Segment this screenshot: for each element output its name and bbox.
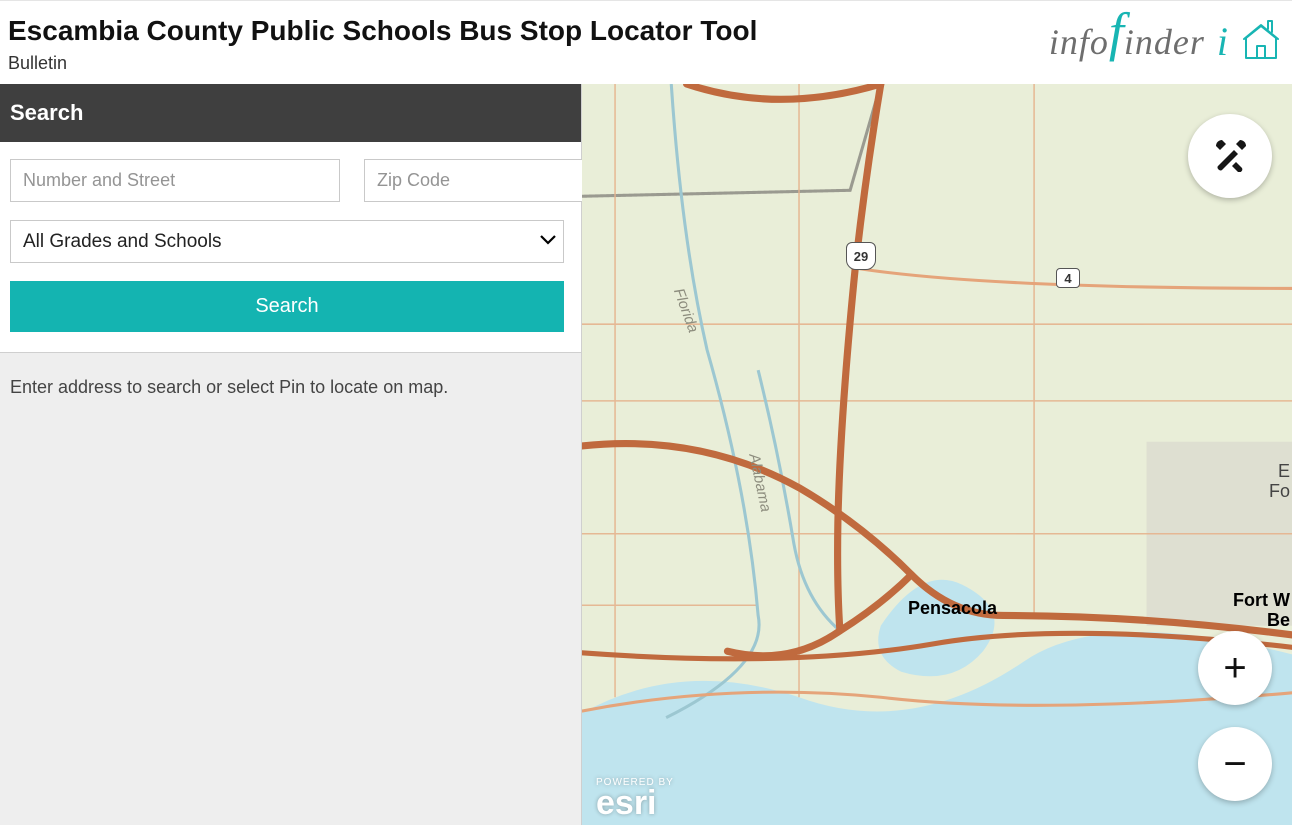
map-attribution: POWERED BY esri — [596, 777, 674, 819]
infofinder-logo: infofinder i — [1049, 18, 1280, 65]
map-canvas[interactable]: Florida Alabama 29 4 Pensacola Fort WBe … — [582, 84, 1292, 825]
search-sidebar: Search All Grades and Schools — [0, 84, 582, 825]
page-subtitle-link[interactable]: Bulletin — [8, 53, 757, 74]
map-label-eglin: EFo — [1269, 462, 1290, 502]
map-label-pensacola: Pensacola — [908, 598, 997, 619]
map-tools-button[interactable] — [1188, 114, 1272, 198]
esri-logo: esri — [596, 788, 674, 819]
header-left: Escambia County Public Schools Bus Stop … — [8, 9, 757, 74]
main-split: Search All Grades and Schools — [0, 84, 1292, 825]
map-label-fort-walton: Fort WBe — [1233, 591, 1290, 631]
search-form: All Grades and Schools Search — [0, 142, 581, 353]
tools-icon — [1212, 136, 1248, 177]
grade-select[interactable]: All Grades and Schools — [10, 220, 564, 263]
logo-info-text: infofinder — [1049, 20, 1205, 63]
zoom-in-button[interactable]: + — [1198, 631, 1272, 705]
search-button[interactable]: Search — [10, 281, 564, 332]
school-house-icon — [1242, 18, 1280, 65]
street-input[interactable] — [10, 159, 340, 202]
page-title: Escambia County Public Schools Bus Stop … — [8, 15, 757, 47]
highway-shield-sr4: 4 — [1056, 268, 1080, 288]
logo-i: i — [1217, 18, 1228, 65]
address-row — [10, 158, 571, 202]
grade-select-wrap: All Grades and Schools — [10, 220, 571, 263]
plus-icon: + — [1223, 648, 1246, 688]
zoom-out-button[interactable]: − — [1198, 727, 1272, 801]
highway-shield-us29: 29 — [846, 242, 876, 270]
app-header: Escambia County Public Schools Bus Stop … — [0, 1, 1292, 84]
minus-icon: − — [1223, 744, 1246, 784]
search-hint: Enter address to search or select Pin to… — [0, 353, 581, 422]
sidebar-title: Search — [0, 84, 581, 142]
map-tiles — [582, 84, 1292, 825]
